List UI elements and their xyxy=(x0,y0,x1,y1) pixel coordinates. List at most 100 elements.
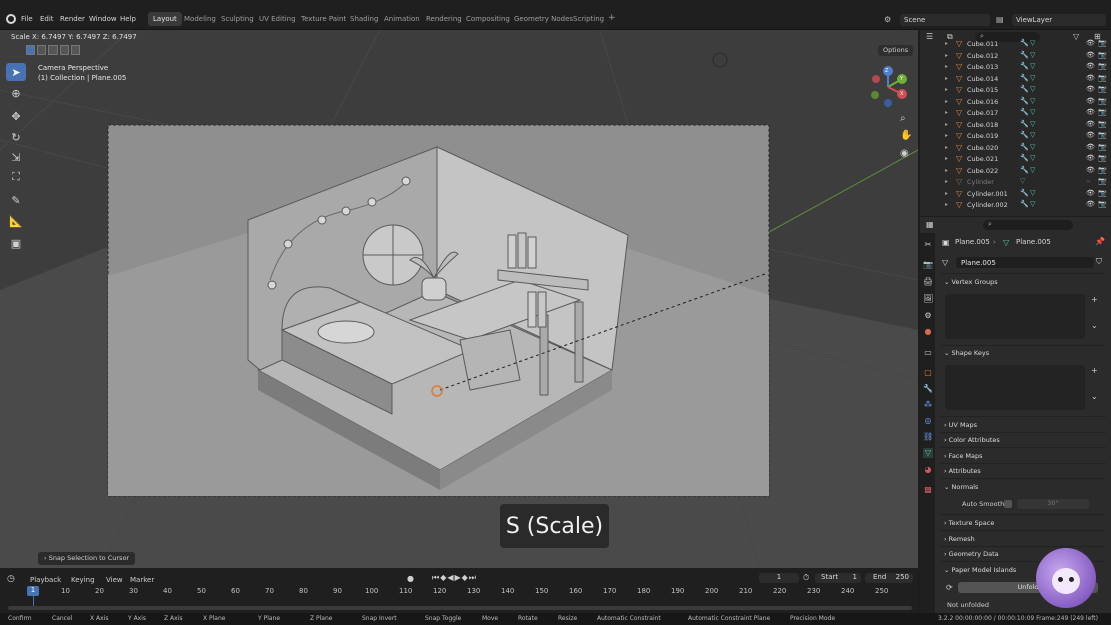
render-camera-icon[interactable]: 📷 xyxy=(1098,108,1107,116)
3d-viewport[interactable]: Z Y X ⌕ ✋ ◉ Camera Perspective (1) Colle… xyxy=(0,30,918,568)
expand-icon[interactable]: ▸ xyxy=(945,190,948,197)
modifier-icon[interactable]: 🔧 xyxy=(1020,85,1029,93)
mesh-data-icon[interactable]: ▽ xyxy=(1030,85,1035,93)
modifier-icon[interactable]: 🔧 xyxy=(1020,39,1029,47)
playback-controls-icon[interactable]: ⏮◆◀▶◆⏭ xyxy=(432,573,477,583)
expand-icon[interactable]: ▸ xyxy=(945,178,948,185)
vertex-groups-list[interactable] xyxy=(945,294,1085,339)
view-layer-selector[interactable]: ViewLayer xyxy=(1012,14,1106,26)
select-subtract-icon[interactable] xyxy=(48,45,58,55)
tab-texture-paint[interactable]: Texture Paint xyxy=(301,15,346,23)
add-shape-key-icon[interactable]: + xyxy=(1091,366,1098,375)
modifier-icon[interactable]: 🔧 xyxy=(1020,120,1029,128)
outliner-row[interactable]: ▸ ▽ Cube.013 🔧 ▽ 👁 📷 xyxy=(920,62,1107,74)
tab-shading[interactable]: Shading xyxy=(350,15,378,23)
mesh-data-icon[interactable]: ▽ xyxy=(1020,177,1025,185)
outliner-row[interactable]: ▸ ▽ Cube.018 🔧 ▽ 👁 📷 xyxy=(920,120,1107,132)
collection-tab-icon[interactable]: ▭ xyxy=(923,348,933,358)
record-icon[interactable]: ● xyxy=(407,574,414,583)
eye-icon[interactable]: 👁 xyxy=(1086,62,1095,70)
expand-icon[interactable]: ▸ xyxy=(945,155,948,162)
outliner-row[interactable]: ▸ ▽ Cube.014 🔧 ▽ 👁 📷 xyxy=(920,74,1107,86)
menu-window[interactable]: Window xyxy=(89,15,117,23)
select-box-tool-icon[interactable]: ➤ xyxy=(6,63,26,81)
outliner-row[interactable]: ▸ ▽ Cube.015 🔧 ▽ 👁 📷 xyxy=(920,85,1107,97)
mesh-data-icon[interactable]: ▽ xyxy=(1030,97,1035,105)
options-dropdown[interactable]: Options xyxy=(878,45,914,56)
constraints-tab-icon[interactable]: ⛓ xyxy=(923,432,933,442)
timeline-editor-icon[interactable]: ◷ xyxy=(7,574,15,584)
color-attributes-header[interactable]: › Color Attributes xyxy=(944,436,1000,444)
select-intersect-icon[interactable] xyxy=(70,45,81,55)
scene-tab-icon[interactable]: ⚙ xyxy=(923,311,933,321)
measure-tool-icon[interactable]: 📐 xyxy=(6,212,26,230)
eye-icon[interactable]: 👁 xyxy=(1086,154,1095,162)
playhead[interactable]: 1 xyxy=(27,586,39,596)
mesh-data-icon[interactable]: ▽ xyxy=(1030,120,1035,128)
eye-icon[interactable]: 👁 xyxy=(1086,108,1095,116)
modifier-icon[interactable]: 🔧 xyxy=(1020,51,1029,59)
outliner-row[interactable]: ▸ ▽ Cube.020 🔧 ▽ 👁 📷 xyxy=(920,143,1107,155)
eye-icon[interactable]: 👁 xyxy=(1086,166,1095,174)
render-camera-icon[interactable]: 📷 xyxy=(1098,85,1107,93)
mesh-data-icon[interactable]: ▽ xyxy=(1030,154,1035,162)
cursor-tool-icon[interactable]: ⊕ xyxy=(6,84,26,102)
vertex-groups-header[interactable]: ⌄ Vertex Groups xyxy=(944,278,998,286)
outliner-row[interactable]: ▸ ▽ Cube.022 🔧 ▽ 👁 📷 xyxy=(920,166,1107,178)
expand-icon[interactable]: ▸ xyxy=(945,86,948,93)
outliner-row[interactable]: ▸ ▽ Cube.016 🔧 ▽ 👁 📷 xyxy=(920,97,1107,109)
attributes-header[interactable]: › Attributes xyxy=(944,467,981,475)
eye-icon[interactable]: 👁 xyxy=(1086,85,1095,93)
outliner-row[interactable]: ▸ ▽ Cube.017 🔧 ▽ 👁 📷 xyxy=(920,108,1107,120)
blender-logo-icon[interactable] xyxy=(6,14,16,24)
start-frame-field[interactable]: Start 1 xyxy=(815,573,861,583)
eye-icon[interactable]: 👁 xyxy=(1086,189,1095,197)
mesh-data-icon[interactable]: ▽ xyxy=(1030,200,1035,208)
tab-layout[interactable]: Layout xyxy=(148,12,182,26)
eye-icon[interactable]: 👁 xyxy=(1086,143,1095,151)
properties-search-input[interactable]: ⌕ xyxy=(983,220,1073,230)
expand-icon[interactable]: ▸ xyxy=(945,40,948,47)
expand-icon[interactable]: ▸ xyxy=(945,98,948,105)
render-camera-icon[interactable]: 📷 xyxy=(1098,39,1107,47)
mesh-data-icon[interactable]: ▽ xyxy=(1030,189,1035,197)
physics-tab-icon[interactable]: ◎ xyxy=(923,416,933,426)
scene-icon[interactable]: ⚙ xyxy=(884,15,891,24)
tab-compositing[interactable]: Compositing xyxy=(466,15,510,23)
end-frame-field[interactable]: End 250 xyxy=(865,573,913,583)
tab-sculpting[interactable]: Sculpting xyxy=(221,15,254,23)
pin-icon[interactable]: 📌 xyxy=(1095,237,1105,246)
mesh-data-tab-icon[interactable]: ▽ xyxy=(923,448,933,458)
menu-render[interactable]: Render xyxy=(60,15,85,23)
shape-keys-list[interactable] xyxy=(945,365,1085,410)
eye-icon[interactable]: 👁 xyxy=(1086,200,1095,208)
menu-view[interactable]: View xyxy=(106,576,123,584)
view-layer-tab-icon[interactable]: 🖼 xyxy=(923,294,933,304)
current-frame-field[interactable]: 1 xyxy=(759,573,799,583)
world-tab-icon[interactable]: ● xyxy=(923,327,933,337)
mesh-data-icon[interactable]: ▽ xyxy=(1030,166,1035,174)
eye-closed-icon[interactable]: ⌣ xyxy=(1086,177,1091,186)
tab-rendering[interactable]: Rendering xyxy=(426,15,462,23)
uv-maps-header[interactable]: › UV Maps xyxy=(944,421,977,429)
modifier-icon[interactable]: 🔧 xyxy=(1020,189,1029,197)
properties-editor-icon[interactable]: ▦ xyxy=(926,220,934,229)
modifier-icon[interactable]: 🔧 xyxy=(1020,143,1029,151)
pan-hand-icon[interactable]: ✋ xyxy=(900,130,912,141)
eye-icon[interactable]: 👁 xyxy=(1086,51,1095,59)
modifier-icon[interactable]: 🔧 xyxy=(1020,62,1029,70)
render-camera-icon[interactable]: 📷 xyxy=(1098,74,1107,82)
material-tab-icon[interactable]: ◕ xyxy=(923,465,933,475)
menu-edit[interactable]: Edit xyxy=(40,15,54,23)
render-camera-icon[interactable]: 📷 xyxy=(1098,200,1107,208)
mesh-data-icon[interactable]: ▽ xyxy=(1030,131,1035,139)
object-tab-icon[interactable]: ▢ xyxy=(923,368,933,378)
expand-icon[interactable]: ▸ xyxy=(945,201,948,208)
outliner-row[interactable]: ▸ ▽ Cube.019 🔧 ▽ 👁 📷 xyxy=(920,131,1107,143)
modifier-icon[interactable]: 🔧 xyxy=(1020,154,1029,162)
normals-header[interactable]: ⌄ Normals xyxy=(944,483,978,491)
eye-icon[interactable]: 👁 xyxy=(1086,131,1095,139)
tab-scripting[interactable]: Scripting xyxy=(573,15,604,23)
menu-playback[interactable]: Playback xyxy=(30,576,61,584)
render-tab-icon[interactable]: 📷 xyxy=(923,260,933,270)
